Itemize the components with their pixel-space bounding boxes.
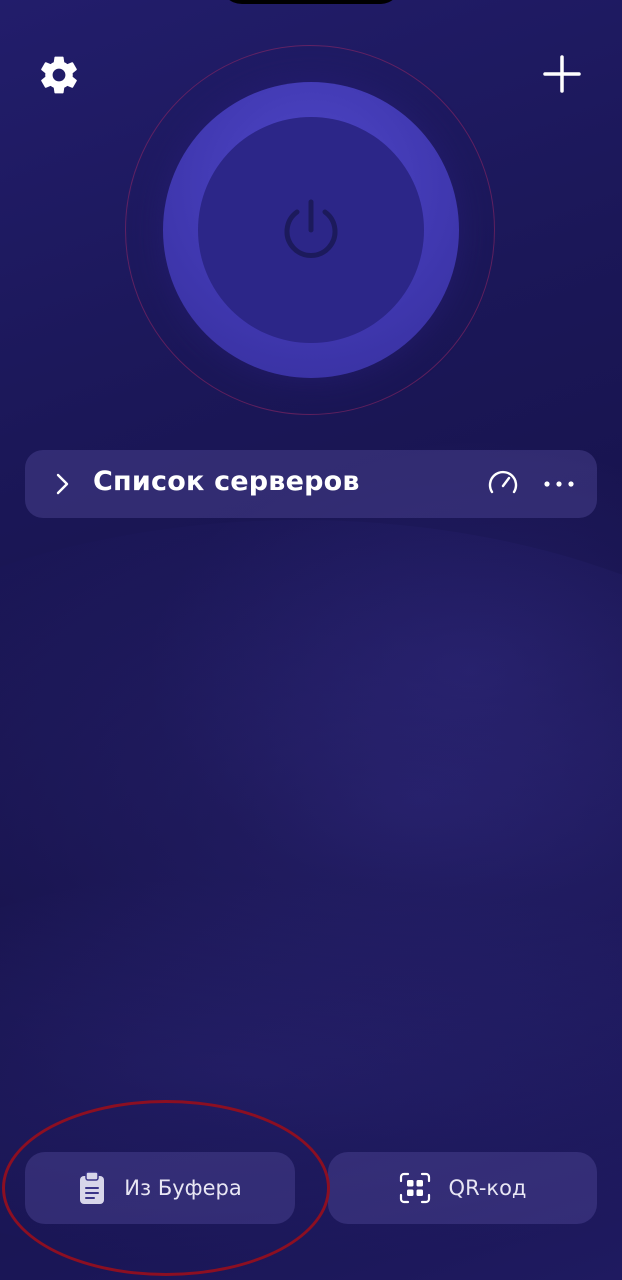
chevron-right-icon [56, 473, 69, 495]
clipboard-button-label: Из Буфера [124, 1176, 242, 1200]
import-from-clipboard-button[interactable]: Из Буфера [25, 1152, 295, 1224]
qr-scan-icon [399, 1172, 431, 1204]
qr-button-label: QR-код [448, 1176, 527, 1200]
gear-icon [41, 56, 77, 94]
settings-button[interactable] [36, 52, 82, 98]
speed-test-button[interactable] [485, 466, 521, 502]
scan-qr-button[interactable]: QR-код [328, 1152, 597, 1224]
plus-icon [543, 55, 581, 93]
power-button[interactable] [198, 117, 424, 343]
add-server-button[interactable] [538, 50, 586, 98]
more-horizontal-icon [544, 481, 574, 487]
power-icon [284, 199, 338, 258]
app-screen: Список серверов Из Буфера QR-код [0, 0, 622, 1280]
background-wave [0, 520, 622, 1220]
server-list-bar[interactable]: Список серверов [25, 450, 597, 518]
device-notch [220, 0, 402, 4]
more-options-button[interactable] [539, 468, 579, 500]
clipboard-icon [78, 1171, 106, 1205]
speedometer-icon [488, 470, 518, 494]
server-list-title: Список серверов [93, 466, 360, 497]
